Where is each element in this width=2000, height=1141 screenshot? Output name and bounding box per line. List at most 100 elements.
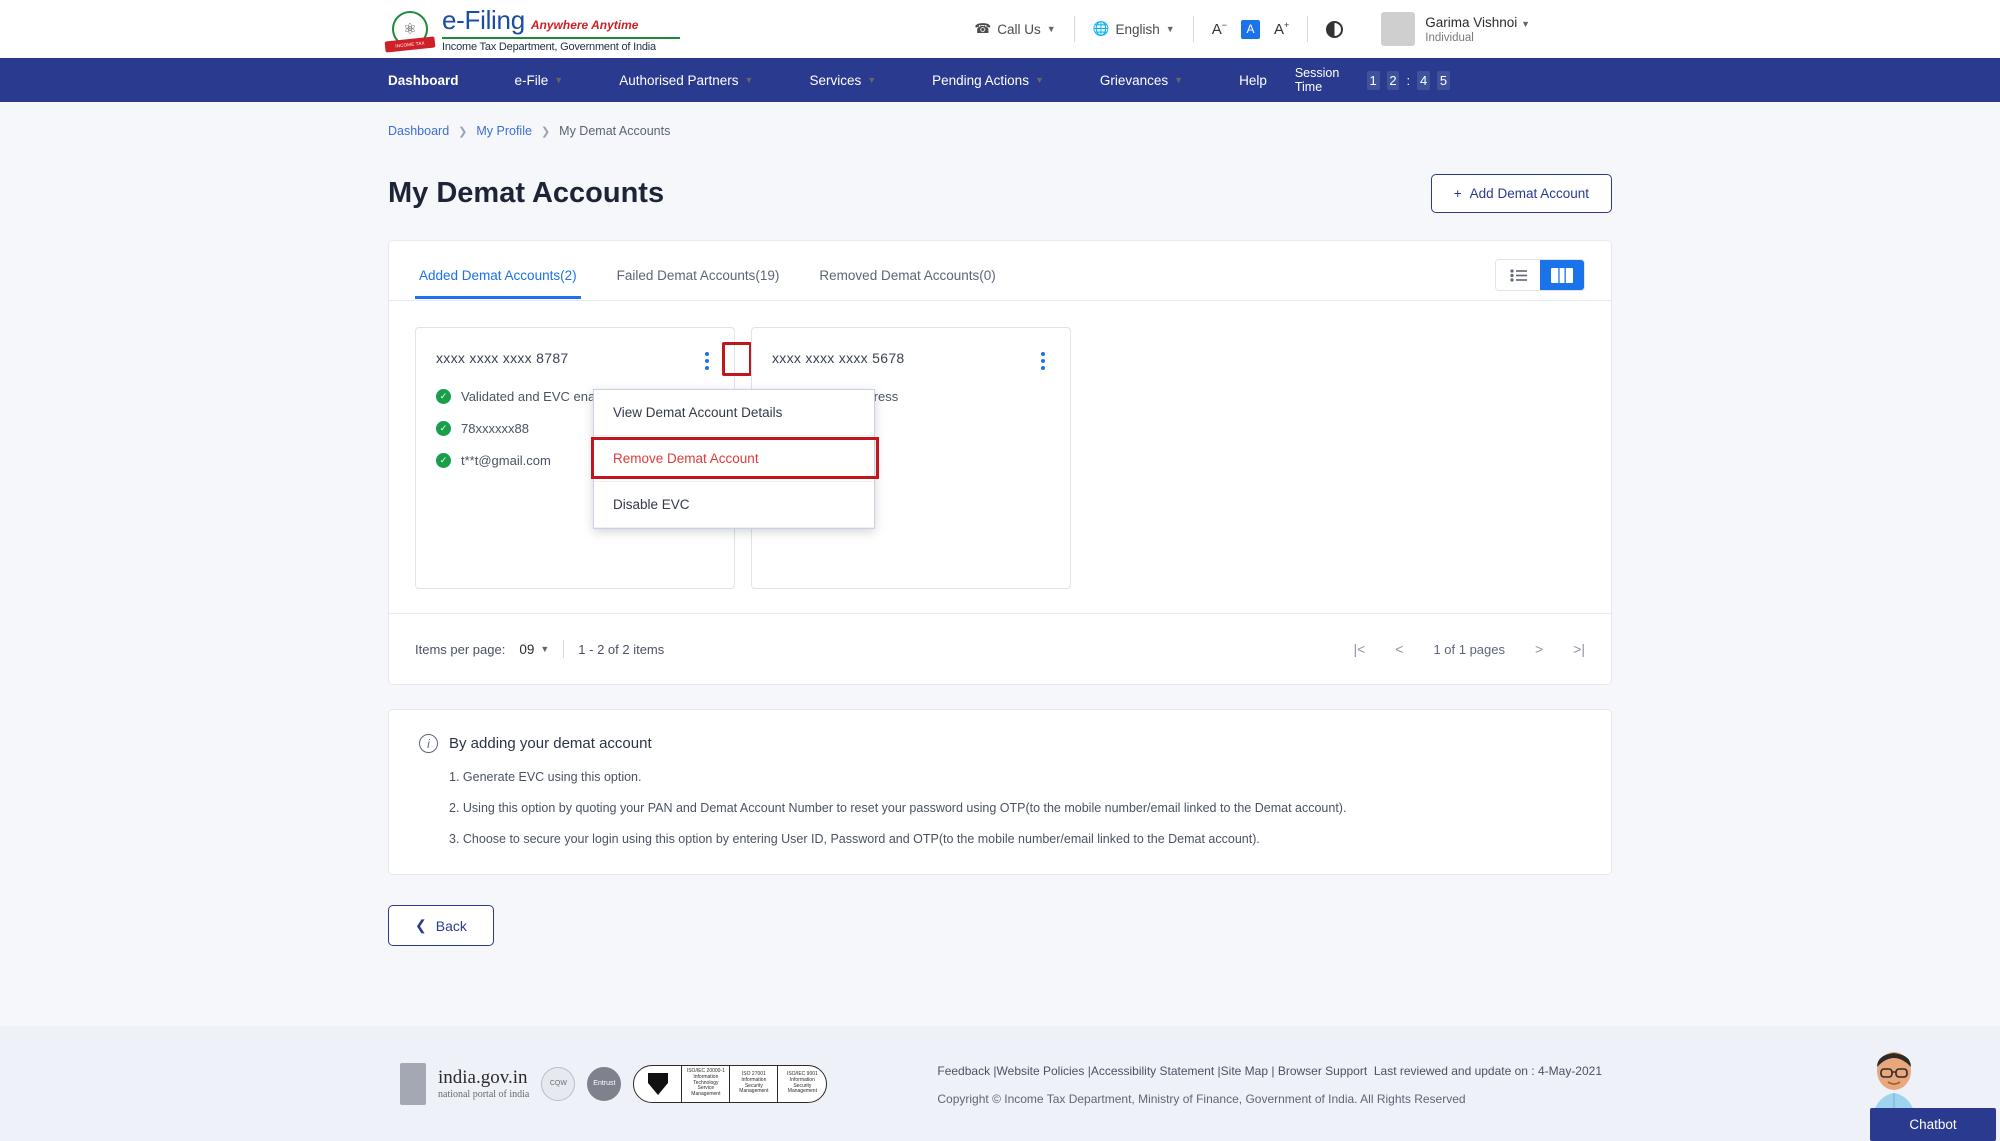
prev-page-button[interactable]: < [1395,641,1403,657]
first-page-button[interactable]: |< [1353,641,1365,657]
site-footer: india.gov.in national portal of india CQ… [0,1026,2000,1141]
add-demat-account-label: Add Demat Account [1469,186,1589,201]
tab-added-demat-accounts[interactable]: Added Demat Accounts(2) [415,260,581,299]
nav-item-e-file[interactable]: e-File ▼ [487,58,592,102]
contrast-icon [1326,20,1344,38]
nav-item-services[interactable]: Services ▼ [781,58,904,102]
chevron-down-icon: ▼ [1034,75,1044,85]
chatbot-label[interactable]: Chatbot [1870,1108,1996,1141]
footer-link-website-policies[interactable]: Website Policies [997,1064,1085,1078]
session-digit: 4 [1417,70,1431,90]
status-text: 78xxxxxx88 [461,421,529,436]
check-circle-icon: ✓ [436,421,451,436]
india-portal-logo[interactable]: india.gov.in national portal of india [438,1067,529,1100]
main-navigation: Dashboard e-File ▼ Authorised Partners ▼ S… [0,58,2000,102]
chevron-down-icon: ▼ [867,75,877,85]
footer-links: Feedback |Website Policies |Accessibilit… [937,1064,1603,1079]
phone-icon: ☎ [974,21,992,36]
india-portal-subtitle: national portal of india [438,1088,530,1100]
nav-item-help[interactable]: Help [1211,58,1295,102]
demat-cards-area: xxxx xxxx xxxx 8787 ✓ Validated and EVC … [389,301,1611,589]
logo-brand: e-Filing [442,5,525,35]
tabs: Added Demat Accounts(2) Failed Demat Acc… [415,260,1000,299]
items-per-page-label: Items per page: [415,641,506,657]
user-role: Individual [1425,31,1474,44]
chevron-down-icon: ▼ [1521,18,1530,29]
entrust-badge-icon: Entrust [587,1066,622,1101]
session-timer: Session Time 1 2 : 4 5 [1295,66,1450,94]
india-portal-title: india.gov.in [438,1066,528,1088]
footer-link-accessibility-statement[interactable]: Accessibility Statement [1091,1064,1214,1078]
tab-removed-demat-accounts[interactable]: Removed Demat Accounts(0) [815,260,999,299]
font-increase-button[interactable]: A+ [1274,20,1289,38]
site-logo[interactable]: ⚛ INCOME TAX DEPARTMENT e-Filing Anywher… [384,5,680,53]
language-menu[interactable]: 🌐 English ▼ [1075,21,1193,37]
font-decrease-button[interactable]: A− [1212,20,1227,38]
check-circle-icon: ✓ [436,453,451,468]
iso-badge: ISO 27001 Information Security Managemen… [730,1065,779,1102]
info-header: i By adding your demat account [419,734,1581,753]
pagination-divider [563,640,565,658]
nav-item-grievances[interactable]: Grievances ▼ [1072,58,1211,102]
tab-failed-demat-accounts[interactable]: Failed Demat Accounts(19) [613,260,784,299]
nav-item-pending-actions[interactable]: Pending Actions ▼ [904,58,1072,102]
nav-items: Dashboard e-File ▼ Authorised Partners ▼ S… [388,58,1295,102]
nav-item-authorised-partners[interactable]: Authorised Partners ▼ [591,58,781,102]
footer-link-feedback[interactable]: Feedback [937,1064,990,1078]
breadcrumb-current: My Demat Accounts [559,124,671,138]
page-title: My Demat Accounts [388,177,665,209]
menu-item-disable-evc[interactable]: Disable EVC [594,482,874,528]
next-page-button[interactable]: > [1535,641,1543,657]
back-button[interactable]: ❮ Back [388,905,494,946]
session-colon: : [1406,72,1411,88]
call-us-label: Call Us [997,21,1041,37]
globe-icon: 🌐 [1092,21,1110,36]
demat-card[interactable]: xxxx xxxx xxxx 8787 ✓ Validated and EVC … [415,327,879,589]
card-options-kebab-icon[interactable] [700,350,714,372]
chatbot-widget[interactable]: Chatbot [1835,1041,2000,1141]
chevron-down-icon: ▼ [540,644,550,654]
menu-item-remove-demat-account[interactable]: Remove Demat Account [594,436,874,482]
chevron-down-icon: ▼ [1165,24,1175,34]
card-options-dropdown: View Demat Account Details Remove Demat … [591,389,879,529]
items-range-text: 1 - 2 of 2 items [578,641,665,657]
session-digit: 2 [1386,70,1400,90]
chevron-down-icon: ▼ [1046,24,1056,34]
last-page-button[interactable]: >| [1573,641,1585,657]
kebab-annotation-box [722,342,752,376]
chevron-down-icon: ▼ [744,75,754,85]
add-demat-account-button[interactable]: + Add Demat Account [1430,174,1612,213]
avatar [1381,12,1416,46]
items-per-page-select[interactable]: 09 ▼ [519,642,549,657]
info-panel: i By adding your demat account 1. Genera… [388,709,1612,875]
footer-link-browser-support[interactable]: Browser Support [1278,1064,1367,1078]
info-list-item: 3. Choose to secure your login using thi… [449,832,1260,846]
contrast-toggle[interactable] [1308,20,1361,38]
footer-logos: india.gov.in national portal of india CQ… [400,1062,828,1105]
pagination: Items per page: 09 ▼ 1 - 2 of 2 items |<… [389,613,1611,684]
plus-icon: + [1453,186,1462,201]
list-view-icon[interactable] [1496,260,1540,290]
info-list-item: 1. Generate EVC using this option. [449,770,642,784]
card-options-kebab-icon[interactable] [1036,350,1050,372]
menu-item-view-demat-account-details[interactable]: View Demat Account Details [594,390,874,436]
iso-certification-badges: ISO/IEC 20000-1 Information Technology S… [633,1064,828,1103]
breadcrumb-my-profile[interactable]: My Profile [476,124,532,138]
check-circle-icon: ✓ [436,389,451,404]
grid-view-icon[interactable] [1540,260,1584,290]
breadcrumb-dashboard[interactable]: Dashboard [388,124,449,138]
info-icon: i [419,734,438,753]
call-us-menu[interactable]: ☎ Call Us ▼ [956,21,1073,37]
footer-link-site-map[interactable]: Site Map [1221,1064,1268,1078]
pagination-right: |< < 1 of 1 pages > >| [1353,641,1585,657]
nav-item-dashboard[interactable]: Dashboard [388,58,487,102]
page-header: My Demat Accounts + Add Demat Account [388,174,1612,213]
india-emblem-icon [400,1062,426,1105]
top-header: ⚛ INCOME TAX DEPARTMENT e-Filing Anywher… [0,0,2000,58]
bsi-logo-icon [634,1065,683,1102]
user-name: Garima Vishnoi ▼ [1425,14,1530,30]
user-menu[interactable]: Garima Vishnoi ▼ Individual [1361,12,1530,46]
page-root: ⚛ INCOME TAX DEPARTMENT e-Filing Anywher… [0,0,2000,1141]
back-button-label: Back [435,917,467,934]
font-normal-button[interactable]: A [1240,19,1260,39]
